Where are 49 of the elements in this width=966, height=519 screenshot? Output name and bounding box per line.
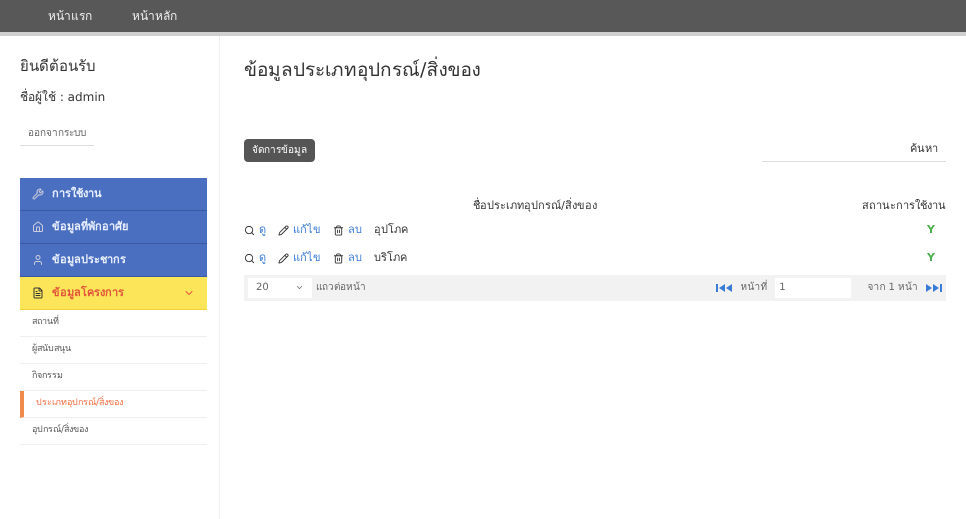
submenu-item[interactable]: ประเภทอุปกรณ์/สิ่งของ [20, 391, 207, 418]
home-icon [32, 221, 44, 233]
user-icon [32, 254, 44, 266]
page-label: หน้าที่ [740, 280, 768, 295]
menu-label: ข้อมูลที่พักอาศัย [52, 218, 129, 236]
page-size-label: แถวต่อหน้า [316, 280, 367, 295]
sidebar-menu-item[interactable]: ข้อมูลที่พักอาศัย [20, 211, 207, 244]
view-link[interactable]: ดู [259, 222, 266, 239]
manage-data-button[interactable]: จัดการข้อมูล [244, 139, 315, 162]
menu-label: การใช้งาน [52, 186, 103, 202]
wrench-icon [32, 188, 44, 200]
nav-link[interactable]: หน้าหลัก [132, 7, 177, 25]
submenu-item[interactable]: ผู้สนับสนุน [20, 337, 207, 364]
trash-icon [333, 225, 344, 236]
page-title: ข้อมูลประเภทอุปกรณ์/สิ่งของ [244, 56, 946, 84]
sidebar-menu-item[interactable]: ข้อมูลประชากร [20, 244, 207, 277]
status-cell-text: Y [926, 250, 936, 266]
edit-link[interactable]: แก้ไข [293, 250, 321, 267]
submenu-item[interactable]: สถานที่ [20, 310, 207, 337]
page-total-label: จาก 1 หน้า [867, 280, 918, 295]
status-cell-text: Y [926, 222, 936, 238]
trash-icon [333, 253, 344, 264]
menu-label: ข้อมูลประชากร [52, 252, 127, 268]
sidebar-menu-item[interactable]: ข้อมูลโครงการ [20, 277, 207, 310]
submenu-item[interactable]: อุปกรณ์/สิ่งของ [20, 418, 207, 445]
table-cell-text: อุปโภค [374, 222, 409, 238]
view-link[interactable]: ดู [259, 250, 266, 267]
search-button[interactable]: ค้นหา [902, 136, 946, 162]
page-field[interactable]: 1 [775, 278, 852, 298]
pencil-icon [278, 253, 289, 264]
page-size-select[interactable]: 20 [248, 278, 312, 298]
delete-link[interactable]: ลบ [348, 222, 362, 239]
submenu-item[interactable]: กิจกรรม [20, 364, 207, 391]
search-icon [244, 253, 255, 264]
search-icon [244, 225, 255, 236]
logout-button[interactable]: ออกจากระบบ [20, 122, 94, 146]
pencil-icon [278, 225, 289, 236]
table-cell-text: บริโภค [374, 250, 408, 266]
document-icon [32, 287, 44, 299]
delete-link[interactable]: ลบ [348, 250, 362, 267]
column-header: ชื่อประเภทอุปกรณ์/สิ่งของ [472, 198, 598, 214]
menu-label: ข้อมูลโครงการ [52, 284, 125, 302]
edit-link[interactable]: แก้ไข [293, 222, 321, 239]
username-text: ชื่อผู้ใช้ : admin [20, 88, 106, 106]
welcome-heading: ยินดีต้อนรับ [20, 56, 97, 76]
caret-icon [295, 283, 304, 292]
column-header: สถานะการใช้งาน [861, 198, 946, 214]
sidebar-menu-item[interactable]: การใช้งาน [20, 178, 207, 211]
nav-link[interactable]: หน้าแรก [48, 7, 92, 25]
